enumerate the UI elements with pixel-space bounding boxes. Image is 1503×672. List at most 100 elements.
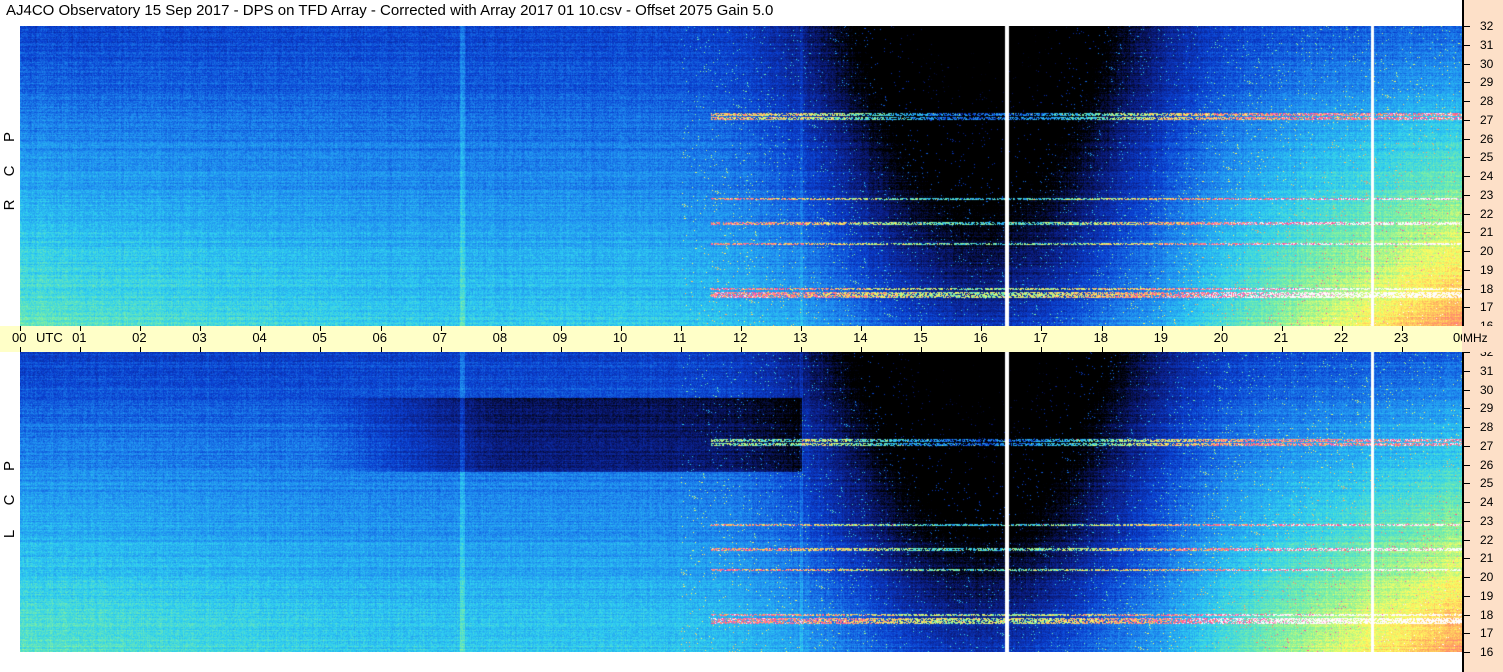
frequency-tick-label: 17 xyxy=(1480,300,1494,314)
frequency-tick-label: 16 xyxy=(1480,645,1494,659)
frequency-tick-label: 30 xyxy=(1480,383,1494,397)
time-tick-label: 22 xyxy=(1333,330,1349,345)
time-tick-mark xyxy=(381,347,382,352)
frequency-tick-mark xyxy=(1464,251,1470,252)
frequency-tick-mark xyxy=(1464,232,1470,233)
time-tick-mark xyxy=(681,326,682,331)
frequency-tick-mark xyxy=(1464,521,1470,522)
time-tick-mark xyxy=(320,326,321,331)
frequency-tick-label: 21 xyxy=(1480,551,1494,565)
time-tick-mark xyxy=(140,326,141,331)
time-tick-label: 16 xyxy=(973,330,988,345)
frequency-tick-label: 26 xyxy=(1480,132,1494,146)
time-tick-label: 11 xyxy=(672,330,687,345)
time-tick-mark xyxy=(861,347,862,352)
time-tick-label: 06 xyxy=(372,330,387,345)
frequency-tick-label: 24 xyxy=(1480,169,1494,183)
time-tick-mark xyxy=(1342,347,1343,352)
time-tick-mark xyxy=(921,326,922,331)
time-tick-mark xyxy=(1282,326,1283,331)
frequency-tick-label: 32 xyxy=(1480,19,1494,33)
frequency-axis-unit: MHz xyxy=(1463,331,1488,345)
time-tick-label: 15 xyxy=(913,330,928,345)
frequency-tick-label: 28 xyxy=(1480,420,1494,434)
frequency-tick-label: 29 xyxy=(1480,401,1494,415)
time-tick-mark xyxy=(260,347,261,352)
frequency-tick-label: 25 xyxy=(1480,150,1494,164)
frequency-tick-label: 23 xyxy=(1480,514,1494,528)
frequency-axis-line xyxy=(1462,0,1464,326)
time-tick-label: 18 xyxy=(1093,330,1108,345)
time-tick-label: 01 xyxy=(72,330,87,345)
frequency-tick-mark xyxy=(1464,82,1470,83)
time-tick-mark xyxy=(441,326,442,331)
frequency-tick-label: 24 xyxy=(1480,495,1494,509)
time-tick-mark xyxy=(20,326,21,331)
frequency-tick-mark xyxy=(1464,352,1470,353)
frequency-tick-label: 30 xyxy=(1480,57,1494,71)
time-tick-label: 03 xyxy=(192,330,207,345)
lcp-label: P C L xyxy=(1,449,19,551)
frequency-tick-mark xyxy=(1464,139,1470,140)
time-tick-mark xyxy=(260,326,261,331)
frequency-tick-label: 17 xyxy=(1480,626,1494,640)
frequency-tick-label: 20 xyxy=(1480,570,1494,584)
time-tick-label: 08 xyxy=(492,330,508,345)
time-tick-mark xyxy=(20,347,21,352)
frequency-tick-label: 29 xyxy=(1480,75,1494,89)
frequency-tick-label: 28 xyxy=(1480,94,1494,108)
frequency-tick-mark xyxy=(1464,577,1470,578)
time-tick-mark xyxy=(981,326,982,331)
time-tick-mark xyxy=(621,347,622,352)
time-axis: UTC 00 01 02 03 04 05 06 07 08 09 10 11 12 13 14 15 16 17… xyxy=(0,326,1467,352)
time-tick-mark xyxy=(621,326,622,331)
frequency-tick-mark xyxy=(1464,540,1470,541)
frequency-tick-mark xyxy=(1464,176,1470,177)
frequency-axis-line xyxy=(1462,352,1464,672)
chart-title: AJ4CO Observatory 15 Sep 2017 - DPS on T… xyxy=(6,2,774,19)
time-tick-mark xyxy=(501,326,502,331)
time-tick-mark xyxy=(80,326,81,331)
frequency-tick-mark xyxy=(1464,390,1470,391)
time-tick-label: 20 xyxy=(1213,330,1229,345)
time-tick-mark xyxy=(1102,326,1103,331)
time-tick-mark xyxy=(1162,326,1163,331)
frequency-tick-label: 18 xyxy=(1480,282,1494,296)
time-tick-mark xyxy=(1222,347,1223,352)
frequency-tick-mark xyxy=(1464,26,1470,27)
time-tick-mark xyxy=(1102,347,1103,352)
time-tick-mark xyxy=(561,326,562,331)
frequency-axis-gap: MHz xyxy=(1462,326,1503,352)
time-tick-mark xyxy=(1282,347,1283,352)
frequency-tick-mark xyxy=(1464,596,1470,597)
time-tick-mark xyxy=(921,347,922,352)
frequency-tick-mark xyxy=(1464,307,1470,308)
time-tick-label: 23 xyxy=(1393,330,1409,345)
time-tick-mark xyxy=(1041,326,1042,331)
time-tick-mark xyxy=(861,326,862,331)
time-tick-mark xyxy=(1402,347,1403,352)
time-tick-label: 10 xyxy=(612,330,628,345)
time-tick-label: 17 xyxy=(1033,330,1048,345)
time-tick-label: 07 xyxy=(432,330,448,345)
time-tick-mark xyxy=(140,347,141,352)
time-tick-mark xyxy=(1162,347,1163,352)
time-tick-mark xyxy=(381,326,382,331)
frequency-tick-label: 19 xyxy=(1480,263,1494,277)
frequency-tick-mark xyxy=(1464,483,1470,484)
frequency-tick-mark xyxy=(1464,270,1470,271)
frequency-tick-mark xyxy=(1464,371,1470,372)
frequency-axis-rcp: 1617181920212223242526272829303132 xyxy=(1462,0,1503,333)
time-tick-label: 09 xyxy=(552,330,568,345)
frequency-tick-mark xyxy=(1464,427,1470,428)
time-tick-mark xyxy=(1041,347,1042,352)
time-tick-mark xyxy=(200,326,201,331)
time-tick-label: 14 xyxy=(853,330,868,345)
time-tick-mark xyxy=(741,326,742,331)
frequency-tick-label: 23 xyxy=(1480,188,1494,202)
time-tick-mark xyxy=(981,347,982,352)
time-tick-mark xyxy=(1402,326,1403,331)
time-tick-label: 05 xyxy=(312,330,327,345)
frequency-tick-label: 26 xyxy=(1480,458,1494,472)
frequency-tick-mark xyxy=(1464,214,1470,215)
